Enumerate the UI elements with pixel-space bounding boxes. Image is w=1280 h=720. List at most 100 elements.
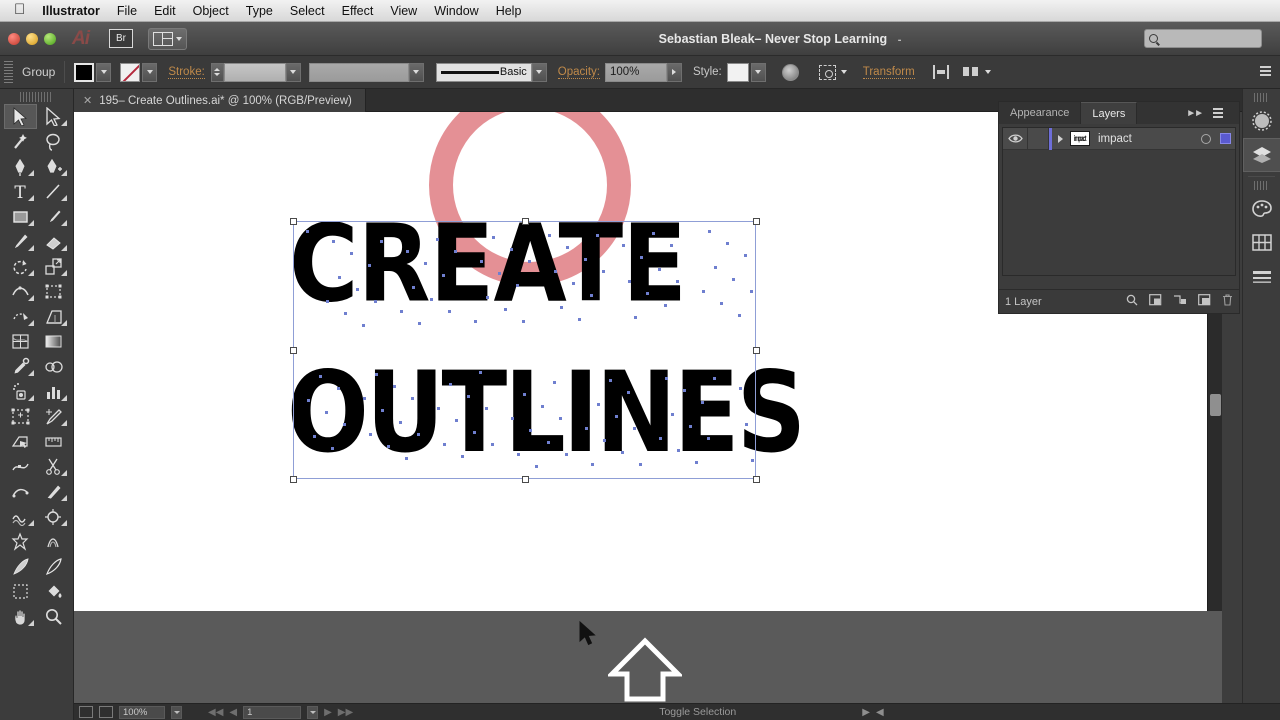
close-icon[interactable]: ✕	[83, 94, 92, 107]
document-tab[interactable]: ✕ 195– Create Outlines.ai* @ 100% (RGB/P…	[74, 89, 366, 112]
add-anchor-point-tool[interactable]	[37, 154, 70, 179]
triangle-right-icon[interactable]	[1052, 134, 1068, 143]
magic-wand-tool[interactable]	[4, 129, 37, 154]
status-prev-icon[interactable]: ◀	[876, 707, 884, 718]
perspective-grid-tool[interactable]	[37, 304, 70, 329]
selection-tool[interactable]	[3, 104, 37, 129]
opacity-dropdown[interactable]	[666, 62, 682, 82]
menu-item-file[interactable]: File	[117, 4, 137, 18]
shape-builder-tool[interactable]	[4, 304, 37, 329]
close-window-button[interactable]	[8, 32, 20, 45]
create-new-layer-icon[interactable]	[1198, 294, 1211, 309]
layers-rail-button[interactable]	[1243, 138, 1280, 172]
minimize-window-button[interactable]	[26, 32, 38, 45]
layer-name[interactable]: impact	[1090, 133, 1197, 145]
lock-toggle[interactable]	[1027, 127, 1049, 150]
knife-tool[interactable]	[37, 479, 70, 504]
type-tool[interactable]: T	[4, 179, 37, 204]
recolor-artwork-icon[interactable]	[781, 63, 799, 81]
rail-grip[interactable]	[1254, 181, 1269, 190]
column-graph-tool[interactable]	[37, 379, 70, 404]
swatches-rail-button[interactable]	[1243, 226, 1280, 260]
menu-item-view[interactable]: View	[390, 4, 417, 18]
stroke-profile-field[interactable]	[308, 62, 409, 82]
paintbucket-tool[interactable]	[37, 579, 70, 604]
delete-layer-icon[interactable]	[1222, 294, 1233, 309]
reshape-tool[interactable]	[4, 454, 37, 479]
gradient-tool[interactable]	[37, 329, 70, 354]
menu-item-type[interactable]: Type	[246, 4, 273, 18]
zoom-dropdown[interactable]	[171, 705, 182, 719]
bridge-button[interactable]: Br	[109, 29, 133, 48]
hand-tool[interactable]	[4, 604, 37, 629]
eyedropper-tool[interactable]	[4, 354, 37, 379]
stroke-color-swatch[interactable]	[120, 62, 141, 82]
preview-mode-icon[interactable]	[79, 706, 93, 718]
pencil-tool[interactable]	[4, 229, 37, 254]
stroke-weight-field[interactable]	[223, 62, 286, 82]
scallop-tool[interactable]	[37, 529, 70, 554]
menu-app-name[interactable]: Illustrator	[42, 4, 100, 18]
target-circle-icon[interactable]	[1197, 133, 1215, 144]
scale-tool[interactable]	[37, 254, 70, 279]
arrange-documents-button[interactable]	[148, 27, 187, 50]
feather-tool[interactable]	[4, 554, 37, 579]
crystallize-tool[interactable]	[4, 529, 37, 554]
rail-grip[interactable]	[1254, 93, 1269, 102]
layer-select-square[interactable]	[1215, 133, 1235, 144]
tools-panel-grip[interactable]	[20, 92, 53, 102]
feather2-tool[interactable]	[37, 554, 70, 579]
scissors-tool[interactable]	[37, 454, 70, 479]
share-icon[interactable]	[99, 706, 113, 718]
menu-item-edit[interactable]: Edit	[154, 4, 176, 18]
fill-color-swatch[interactable]	[74, 62, 95, 82]
graphic-style-dropdown[interactable]	[750, 62, 766, 82]
stroke-weight-stepper[interactable]	[210, 62, 224, 82]
direct-selection-tool[interactable]	[37, 104, 70, 129]
status-next-icon[interactable]: ▶	[862, 707, 870, 718]
appearance-rail-button[interactable]	[1243, 104, 1280, 138]
tab-appearance[interactable]: Appearance	[999, 102, 1082, 124]
free-transform-tool[interactable]	[37, 279, 70, 304]
wrinkle-tool[interactable]	[4, 504, 37, 529]
zoom-tool[interactable]	[37, 604, 70, 629]
color-rail-button[interactable]	[1243, 192, 1280, 226]
apple-logo-icon[interactable]: 	[14, 2, 25, 17]
rectangle-tool[interactable]	[4, 204, 37, 229]
pen-tool[interactable]	[4, 154, 37, 179]
double-chevron-icon[interactable]: ►►	[1186, 108, 1204, 119]
search-input[interactable]	[1144, 29, 1262, 48]
layer-row[interactable]: impact impact	[1003, 127, 1235, 150]
brush-definition-field[interactable]: Basic	[435, 62, 532, 82]
bloat-tool[interactable]	[37, 504, 70, 529]
blob-eraser-tool[interactable]	[37, 229, 70, 254]
opacity-label[interactable]: Opacity:	[557, 66, 600, 79]
artboard-number-field[interactable]: 1	[243, 705, 302, 719]
stroke-label[interactable]: Stroke:	[168, 66, 205, 79]
stroke-rail-button[interactable]	[1243, 260, 1280, 294]
last-artboard-button[interactable]: ▶▶	[338, 707, 353, 718]
menu-item-window[interactable]: Window	[434, 4, 478, 18]
stroke-profile-dropdown[interactable]	[408, 62, 424, 82]
panel-menu-icon[interactable]	[1210, 108, 1223, 118]
transform-link[interactable]: Transform	[862, 66, 915, 79]
stroke-color-dropdown[interactable]	[142, 62, 158, 82]
blend-tool[interactable]	[37, 354, 70, 379]
panel-menu-icon[interactable]	[1256, 66, 1271, 78]
paintbrush-tool[interactable]	[37, 204, 70, 229]
brush-dropdown[interactable]	[531, 62, 547, 82]
tab-layers[interactable]: Layers	[1081, 102, 1138, 124]
crop-area-tool[interactable]	[4, 579, 37, 604]
scrollbar-thumb[interactable]	[1210, 394, 1221, 416]
isolate-selection-icon[interactable]	[818, 64, 836, 80]
stroke-weight-dropdown[interactable]	[285, 62, 301, 82]
make-clipping-mask-icon[interactable]	[1149, 294, 1162, 309]
locate-object-icon[interactable]	[1126, 294, 1138, 309]
zoom-level-field[interactable]: 100%	[119, 705, 165, 719]
fill-color-dropdown[interactable]	[96, 62, 112, 82]
slice-tool[interactable]	[37, 404, 70, 429]
lasso-tool[interactable]	[37, 129, 70, 154]
align-icon[interactable]	[932, 65, 949, 79]
perspective-select-tool[interactable]	[4, 429, 37, 454]
artwork-text-line2[interactable]: OUTLINES	[287, 357, 1222, 469]
